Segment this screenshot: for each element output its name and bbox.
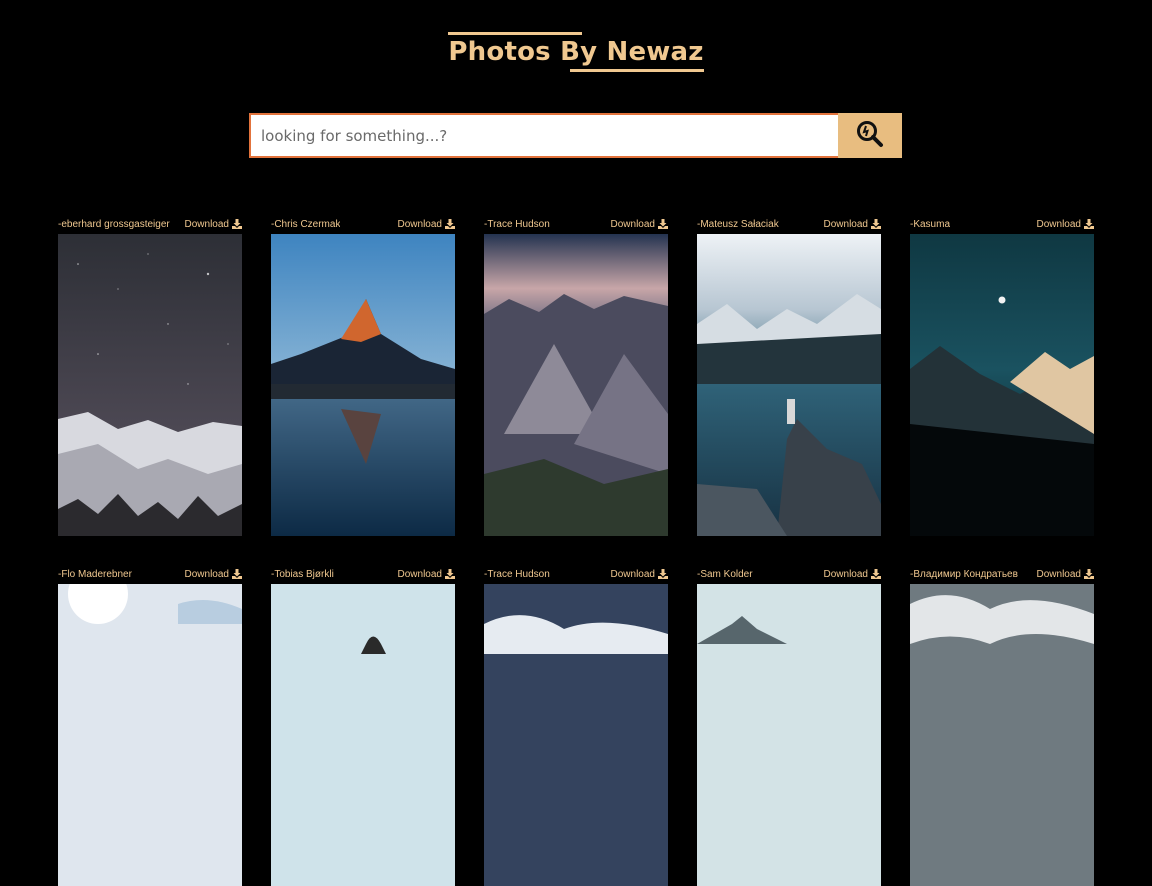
download-link[interactable]: Download bbox=[611, 219, 668, 230]
photo-author: -Trace Hudson bbox=[484, 218, 550, 230]
photo-card: -Flo Maderebner Download bbox=[58, 566, 242, 886]
photo-author: -Chris Czermak bbox=[271, 218, 341, 230]
photo-image[interactable] bbox=[271, 234, 455, 536]
download-label: Download bbox=[397, 568, 442, 580]
photo-card: -Trace Hudson Download bbox=[484, 566, 668, 886]
header: Photos By Newaz bbox=[0, 32, 1152, 72]
download-icon bbox=[1084, 569, 1094, 579]
search-bar bbox=[249, 113, 902, 158]
photo-image[interactable] bbox=[484, 234, 668, 536]
photo-author: -Tobias Bjørkli bbox=[271, 568, 334, 580]
photo-card: -Sam Kolder Download bbox=[697, 566, 881, 886]
page-title: Photos By Newaz bbox=[448, 32, 704, 72]
photo-card: -Kasuma Download bbox=[910, 216, 1094, 536]
download-icon bbox=[232, 569, 242, 579]
download-link[interactable]: Download bbox=[398, 569, 455, 580]
photo-author: -Владимир Кондратьев bbox=[910, 568, 1018, 580]
photo-author: -eberhard grossgasteiger bbox=[58, 218, 170, 230]
photo-image[interactable] bbox=[697, 584, 881, 886]
download-label: Download bbox=[1036, 218, 1081, 230]
download-label: Download bbox=[184, 218, 229, 230]
photo-image[interactable] bbox=[58, 234, 242, 536]
download-icon bbox=[1084, 219, 1094, 229]
download-link[interactable]: Download bbox=[824, 569, 881, 580]
download-label: Download bbox=[823, 218, 868, 230]
photo-card: -eberhard grossgasteiger Download bbox=[58, 216, 242, 536]
photo-author: -Kasuma bbox=[910, 218, 951, 230]
photo-image[interactable] bbox=[58, 584, 242, 886]
search-icon bbox=[855, 119, 885, 152]
download-label: Download bbox=[610, 218, 655, 230]
photo-author: -Sam Kolder bbox=[697, 568, 753, 580]
search-button[interactable] bbox=[838, 113, 902, 158]
photo-author: -Flo Maderebner bbox=[58, 568, 132, 580]
download-icon bbox=[445, 219, 455, 229]
download-link[interactable]: Download bbox=[611, 569, 668, 580]
photo-image[interactable] bbox=[484, 584, 668, 886]
photo-author: -Mateusz Sałaciak bbox=[697, 218, 779, 230]
download-icon bbox=[232, 219, 242, 229]
download-icon bbox=[871, 569, 881, 579]
photo-author: -Trace Hudson bbox=[484, 568, 550, 580]
download-icon bbox=[658, 569, 668, 579]
photo-card: -Chris Czermak Download bbox=[271, 216, 455, 536]
photo-card: -Владимир Кондратьев Download bbox=[910, 566, 1094, 886]
photo-card: -Tobias Bjørkli Download bbox=[271, 566, 455, 886]
search-input[interactable] bbox=[249, 113, 838, 158]
download-label: Download bbox=[1036, 568, 1081, 580]
download-label: Download bbox=[610, 568, 655, 580]
download-link[interactable]: Download bbox=[398, 219, 455, 230]
photo-card: -Mateusz Sałaciak Download bbox=[697, 216, 881, 536]
photo-image[interactable] bbox=[910, 584, 1094, 886]
download-label: Download bbox=[823, 568, 868, 580]
download-link[interactable]: Download bbox=[824, 219, 881, 230]
download-icon bbox=[871, 219, 881, 229]
photo-card: -Trace Hudson Download bbox=[484, 216, 668, 536]
download-icon bbox=[658, 219, 668, 229]
download-link[interactable]: Download bbox=[185, 219, 242, 230]
download-link[interactable]: Download bbox=[1037, 219, 1094, 230]
photo-image[interactable] bbox=[697, 234, 881, 536]
download-link[interactable]: Download bbox=[1037, 569, 1094, 580]
download-link[interactable]: Download bbox=[185, 569, 242, 580]
download-label: Download bbox=[397, 218, 442, 230]
photo-image[interactable] bbox=[271, 584, 455, 886]
download-label: Download bbox=[184, 568, 229, 580]
download-icon bbox=[445, 569, 455, 579]
photo-image[interactable] bbox=[910, 234, 1094, 536]
